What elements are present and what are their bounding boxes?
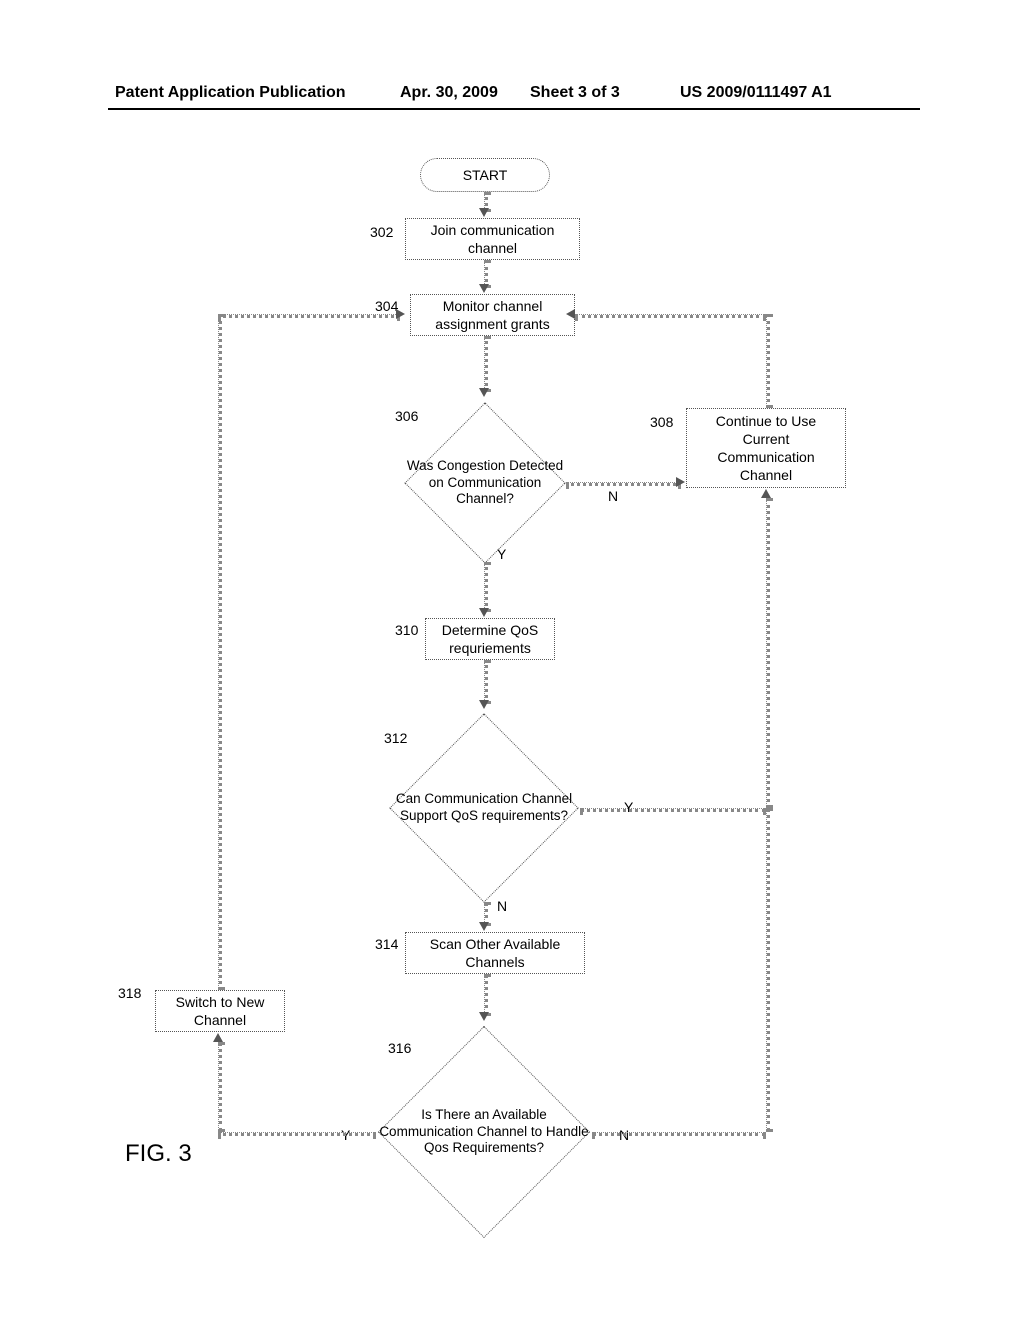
ref-310: 310: [395, 622, 418, 638]
connector: [484, 336, 488, 392]
ref-314: 314: [375, 936, 398, 952]
diamond-312-text: Can Communication Channel Support QoS re…: [384, 791, 584, 825]
header-publication: Patent Application Publication: [115, 84, 346, 102]
label-306-yes: Y: [497, 546, 506, 562]
arrowhead-left-icon: [566, 309, 575, 319]
connector: [484, 562, 488, 612]
start-label: START: [463, 167, 508, 183]
connector: [484, 660, 488, 704]
arrowhead-up-icon: [213, 1033, 223, 1042]
header-date: Apr. 30, 2009: [400, 84, 498, 102]
ref-318: 318: [118, 985, 141, 1001]
connector: [218, 314, 222, 990]
box-monitor-grants: Monitor channel assignment grants: [410, 294, 575, 336]
connector: [575, 314, 766, 318]
connector: [218, 1132, 376, 1136]
diamond-316-text: Is There an Available Communication Chan…: [377, 1107, 591, 1158]
ref-304: 304: [375, 298, 398, 314]
box-determine-qos: Determine QoS requriements: [425, 618, 555, 660]
label-312-no: N: [497, 898, 507, 914]
connector: [218, 1042, 222, 1132]
box-318-text: Switch to New Channel: [164, 993, 276, 1029]
connector: [766, 498, 770, 808]
arrowhead-up-icon: [761, 489, 771, 498]
label-306-no: N: [608, 488, 618, 504]
diamond-congestion: Was Congestion Detected on Communication…: [400, 398, 570, 568]
arrowhead-down-icon: [479, 284, 489, 293]
box-switch-channel: Switch to New Channel: [155, 990, 285, 1032]
terminator-start: START: [420, 158, 550, 192]
diamond-available-channel: Is There an Available Communication Chan…: [372, 1020, 596, 1244]
connector: [592, 1132, 766, 1136]
arrowhead-down-icon: [479, 608, 489, 617]
diamond-306-text: Was Congestion Detected on Communication…: [400, 458, 570, 509]
figure-label: FIG. 3: [125, 1140, 192, 1168]
connector: [484, 974, 488, 1016]
header-pubnum: US 2009/0111497 A1: [680, 84, 832, 102]
header-sheet: Sheet 3 of 3: [530, 84, 620, 102]
ref-308: 308: [650, 414, 673, 430]
box-302-text: Join communication channel: [414, 221, 571, 257]
header-rule: [108, 108, 920, 110]
arrowhead-down-icon: [479, 388, 489, 397]
box-continue-current: Continue to Use Current Communication Ch…: [686, 408, 846, 488]
box-310-text: Determine QoS requriements: [434, 621, 546, 657]
box-scan-channels: Scan Other Available Channels: [405, 932, 585, 974]
box-314-text: Scan Other Available Channels: [414, 935, 576, 971]
box-308-text: Continue to Use Current Communication Ch…: [695, 412, 837, 485]
connector: [766, 808, 770, 1132]
connector: [766, 314, 770, 408]
ref-302: 302: [370, 224, 393, 240]
connector: [218, 314, 400, 318]
box-join-channel: Join communication channel: [405, 218, 580, 260]
arrowhead-down-icon: [479, 208, 489, 217]
box-304-text: Monitor channel assignment grants: [419, 297, 566, 333]
connector: [566, 482, 681, 486]
arrowhead-down-icon: [479, 922, 489, 931]
connector: [580, 808, 766, 812]
arrowhead-right-icon: [396, 309, 405, 319]
diamond-qos-support: Can Communication Channel Support QoS re…: [384, 708, 584, 908]
arrowhead-right-icon: [676, 477, 685, 487]
label-312-yes: Y: [624, 799, 633, 815]
